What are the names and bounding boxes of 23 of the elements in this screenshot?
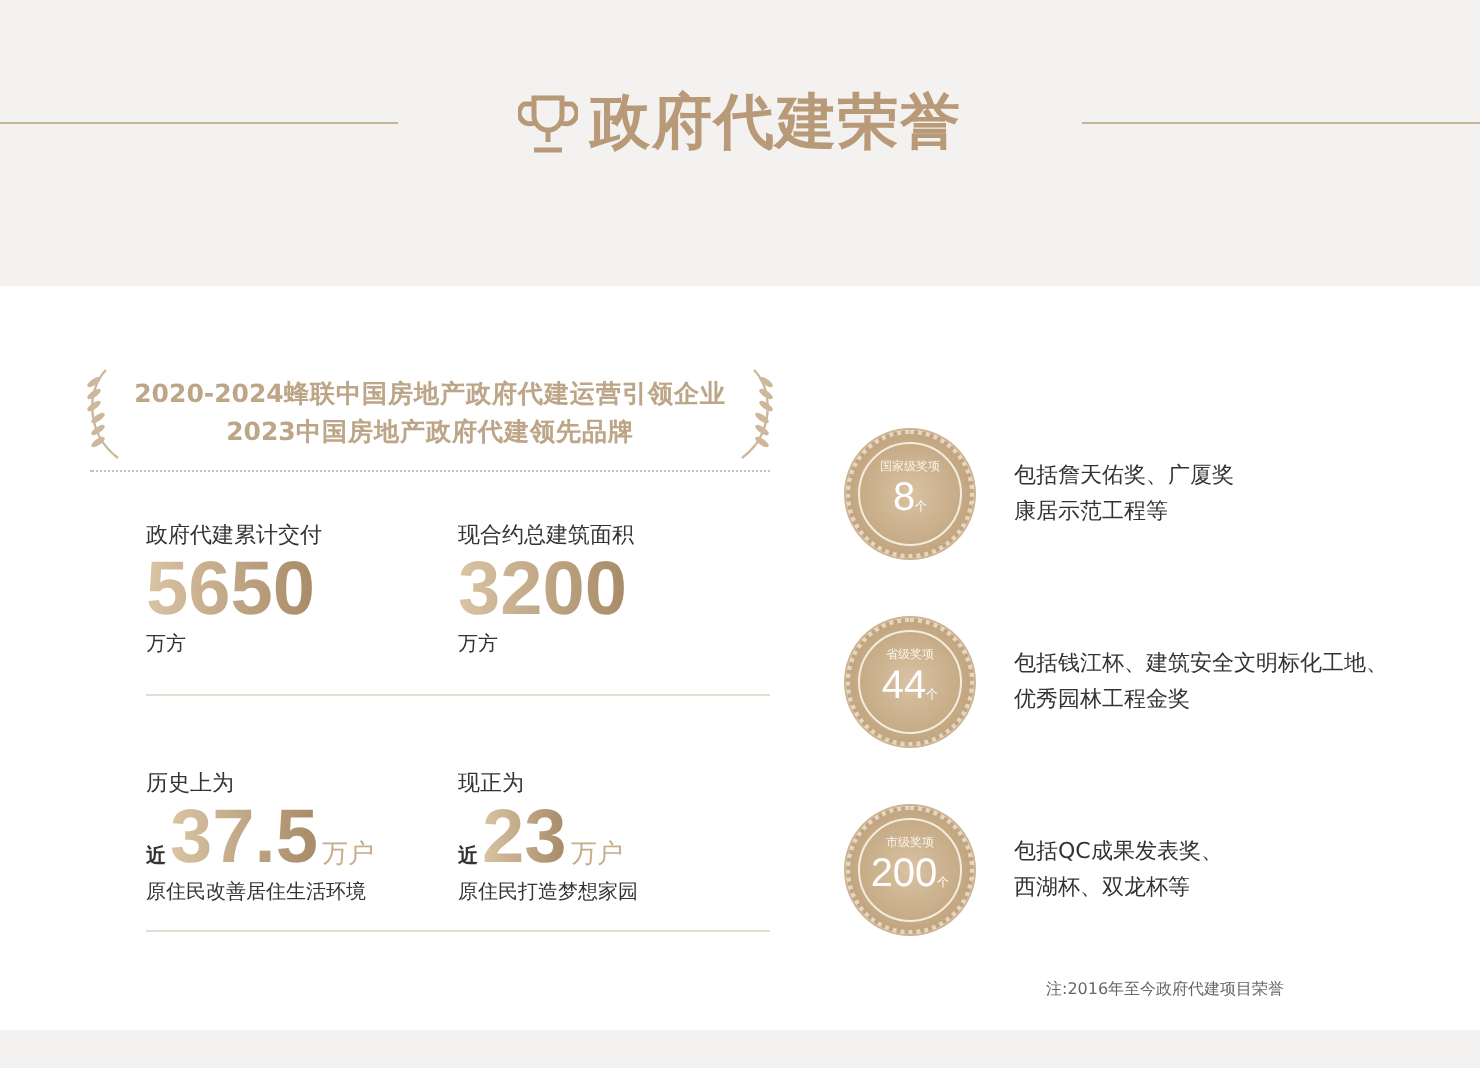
stat-caption: 万方 bbox=[458, 631, 500, 658]
honor-text: 2023中国房地产政府代建领先品牌 bbox=[226, 414, 634, 450]
award-description: 包括QC成果发表奖、 bbox=[1014, 836, 1223, 868]
stat-caption: 原住民改善居住生活环境 bbox=[146, 879, 368, 906]
stat-caption: 原住民打造梦想家园 bbox=[458, 879, 640, 906]
stat-unit: 万户 bbox=[321, 838, 374, 872]
award-description: 优秀园林工程金奖 bbox=[1014, 684, 1192, 716]
stat-caption: 万方 bbox=[146, 631, 188, 658]
award-description: 包括钱江杯、建筑安全文明标化工地、 bbox=[1014, 648, 1388, 680]
award-description: 康居示范工程等 bbox=[1014, 496, 1170, 528]
trophy-icon bbox=[518, 91, 578, 155]
stat-prefix: 近 bbox=[458, 843, 478, 870]
stat-label: 现正为 bbox=[458, 768, 526, 798]
honor-text: 2020-2024蜂联中国房地产政府代建运营引领企业 bbox=[134, 376, 726, 412]
award-description: 包括詹天佑奖、广厦奖 bbox=[1014, 460, 1234, 492]
footnote: 注:2016年至今政府代建项目荣誉 bbox=[1046, 978, 1285, 1000]
stat-label: 政府代建累计交付 bbox=[146, 520, 324, 550]
award-description: 西湖杯、双龙杯等 bbox=[1014, 872, 1192, 904]
stat-label: 现合约总建筑面积 bbox=[458, 520, 636, 550]
stat-unit: 万户 bbox=[570, 838, 623, 872]
page-title: 政府代建荣誉 bbox=[590, 86, 962, 162]
stat-prefix: 近 bbox=[146, 843, 166, 870]
stat-label: 历史上为 bbox=[146, 768, 236, 798]
